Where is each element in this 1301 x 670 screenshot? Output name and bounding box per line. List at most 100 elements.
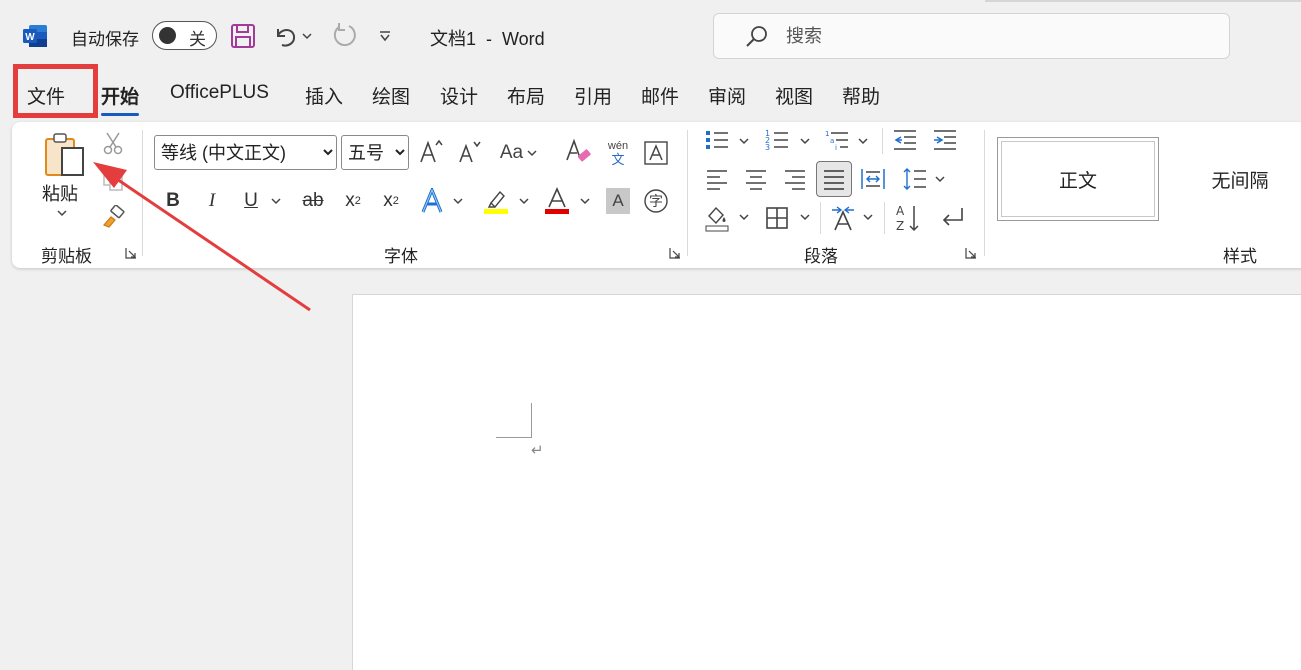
- shading-dropdown-icon[interactable]: [736, 210, 752, 224]
- toggle-knob: [159, 27, 176, 44]
- autosave-state: 关: [189, 30, 206, 49]
- paste-dropdown-icon[interactable]: [54, 206, 70, 220]
- tab-review[interactable]: 审阅: [708, 82, 746, 109]
- svg-text:1: 1: [825, 130, 829, 138]
- align-center-icon[interactable]: [741, 164, 771, 194]
- paste-icon[interactable]: [40, 128, 88, 180]
- borders-dropdown-icon[interactable]: [797, 210, 813, 224]
- line-spacing-dropdown-icon[interactable]: [932, 172, 948, 186]
- tab-mailings[interactable]: 邮件: [641, 82, 679, 109]
- paragraph-sep: [820, 202, 821, 234]
- bullets-dropdown-icon[interactable]: [736, 134, 752, 148]
- save-icon[interactable]: [228, 20, 258, 52]
- underline-dropdown-icon[interactable]: [268, 194, 284, 208]
- paragraph-dialog-launcher-icon[interactable]: [965, 247, 977, 259]
- chinese-layout-dropdown-icon[interactable]: [860, 210, 876, 224]
- tab-layout[interactable]: 布局: [507, 82, 545, 109]
- window-edge: [985, 0, 1301, 2]
- svg-text:3: 3: [765, 143, 770, 152]
- paragraph-sep: [882, 128, 883, 154]
- shading-icon[interactable]: [702, 202, 732, 234]
- undo-icon[interactable]: [270, 20, 300, 52]
- style-no-spacing[interactable]: 无间隔: [1159, 137, 1301, 221]
- change-case-button[interactable]: Aa: [496, 138, 542, 168]
- chinese-layout-icon[interactable]: [827, 202, 859, 234]
- enclose-char: 字: [649, 193, 663, 209]
- tab-references[interactable]: 引用: [574, 82, 612, 109]
- styles-group-label: 样式: [1223, 247, 1257, 266]
- document-page[interactable]: ↵: [352, 294, 1301, 670]
- search-box[interactable]: [713, 13, 1230, 59]
- autosave-toggle[interactable]: 关: [152, 21, 217, 50]
- numbering-dropdown-icon[interactable]: [797, 134, 813, 148]
- font-dialog-launcher-icon[interactable]: [669, 247, 681, 259]
- align-left-icon[interactable]: [702, 164, 732, 194]
- tab-help[interactable]: 帮助: [842, 82, 880, 109]
- numbering-icon[interactable]: 123: [762, 126, 792, 154]
- format-painter-icon[interactable]: [100, 204, 126, 230]
- multilevel-dropdown-icon[interactable]: [855, 134, 871, 148]
- font-color-icon[interactable]: [542, 186, 572, 216]
- sort-icon[interactable]: AZ: [892, 202, 924, 234]
- customize-toolbar-icon[interactable]: [370, 20, 400, 52]
- tab-insert[interactable]: 插入: [305, 82, 343, 109]
- clear-formatting-icon[interactable]: [563, 136, 593, 168]
- phonetic-guide-icon[interactable]: wén 文: [603, 136, 633, 170]
- font-name-select[interactable]: 等线 (中文正文): [154, 135, 337, 170]
- style-normal-label: 正文: [1058, 170, 1097, 192]
- text-effects-dropdown-icon[interactable]: [450, 194, 466, 208]
- title-bar: W 自动保存 关 文档1 - Word: [0, 0, 1301, 62]
- superscript-icon[interactable]: x2: [378, 186, 404, 216]
- highlight-color-icon[interactable]: [481, 186, 511, 216]
- tab-view[interactable]: 视图: [775, 82, 813, 109]
- bullets-icon[interactable]: [702, 126, 732, 154]
- borders-icon[interactable]: [762, 202, 792, 234]
- tab-draw[interactable]: 绘图: [372, 82, 410, 109]
- word-logo-icon: W: [23, 25, 47, 47]
- shrink-font-icon[interactable]: [454, 136, 484, 168]
- highlight-dropdown-icon[interactable]: [516, 194, 532, 208]
- svg-text:i: i: [835, 144, 837, 152]
- increase-indent-icon[interactable]: [930, 126, 960, 154]
- redo-icon[interactable]: [328, 20, 358, 52]
- autosave-label: 自动保存: [71, 30, 139, 49]
- subscript-icon[interactable]: x2: [340, 186, 366, 216]
- underline-icon[interactable]: U: [238, 186, 264, 216]
- style-normal[interactable]: 正文: [997, 137, 1159, 221]
- character-border-icon[interactable]: [642, 138, 670, 168]
- paste-label[interactable]: 粘贴: [42, 180, 78, 206]
- search-input[interactable]: [786, 24, 1186, 48]
- search-icon: [746, 26, 767, 47]
- strikethrough-icon[interactable]: ab: [298, 186, 328, 216]
- character-shading-icon[interactable]: A: [606, 188, 630, 214]
- group-separator: [984, 130, 985, 256]
- decrease-indent-icon[interactable]: [890, 126, 920, 154]
- justify-icon[interactable]: [816, 161, 852, 197]
- tab-officeplus[interactable]: OfficePLUS: [170, 82, 269, 104]
- group-separator: [687, 130, 688, 256]
- italic-icon[interactable]: I: [199, 186, 225, 216]
- cut-icon[interactable]: [100, 130, 126, 156]
- show-formatting-marks-icon[interactable]: [936, 202, 968, 234]
- clipboard-dialog-launcher-icon[interactable]: [125, 247, 137, 259]
- line-spacing-icon[interactable]: [900, 164, 930, 194]
- grow-font-icon[interactable]: [416, 136, 446, 168]
- bold-icon[interactable]: B: [160, 186, 186, 216]
- enclose-characters-icon[interactable]: 字: [642, 186, 670, 216]
- multilevel-list-icon[interactable]: 1ai: [822, 126, 852, 154]
- text-effects-icon[interactable]: [417, 186, 447, 216]
- svg-text:A: A: [896, 204, 905, 218]
- group-separator: [142, 130, 143, 256]
- copy-icon[interactable]: [100, 168, 126, 192]
- phonetic-top: wén: [607, 139, 629, 152]
- font-color-dropdown-icon[interactable]: [577, 194, 593, 208]
- tab-home[interactable]: 开始: [101, 82, 140, 116]
- tab-design[interactable]: 设计: [440, 82, 478, 109]
- distributed-align-icon[interactable]: [858, 164, 888, 194]
- file-tab-highlight-box: [13, 64, 98, 118]
- svg-text:W: W: [25, 32, 35, 43]
- font-size-select[interactable]: 五号: [341, 135, 409, 170]
- undo-dropdown-icon[interactable]: [297, 20, 317, 52]
- document-title: 文档1 - Word: [430, 29, 545, 49]
- align-right-icon[interactable]: [780, 164, 810, 194]
